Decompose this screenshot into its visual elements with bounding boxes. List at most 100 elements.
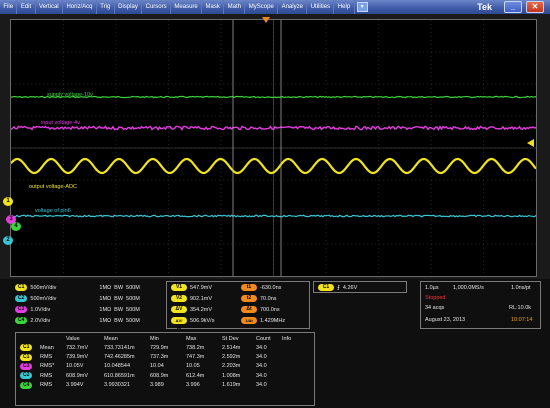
measurement-row[interactable]: C2 RMS 608.9mV 610.86591m 608.9m 612.4m … bbox=[17, 371, 295, 380]
ch4-bw: 500M bbox=[126, 317, 140, 324]
meas-count: 34.0 bbox=[256, 344, 267, 351]
meas-value: 608.9mV bbox=[66, 372, 89, 379]
measurement-row[interactable]: C1 RMS 739.9mV 742.46285m 737.3m 747.3m … bbox=[17, 352, 295, 361]
cursor-row-1: V1 547.9mV t1 -630.0ns bbox=[171, 284, 281, 291]
meas-max: 3.996 bbox=[186, 382, 200, 389]
menu-bar: File Edit Vertical Horiz/Acq Trig Displa… bbox=[0, 0, 550, 14]
dv-badge: ΔV bbox=[171, 306, 187, 313]
cursor-row-3: ΔV 354.2mV Δt 700.0ns bbox=[171, 306, 280, 313]
cursor-row-4: ΔV/Δt 506.9kV/s 1/Δt 1.429MHz bbox=[171, 317, 285, 330]
meas-count: 34.0 bbox=[256, 372, 267, 379]
header-name bbox=[37, 334, 63, 343]
meas-value: 739.9mV bbox=[66, 354, 89, 361]
meas-channel-badge: C3 bbox=[20, 362, 33, 370]
measurement-row[interactable]: C4 RMS 3.994V 3.9930321 3.989 3.996 1.61… bbox=[17, 381, 295, 390]
ch2-scale: 500mV/div bbox=[30, 295, 57, 302]
menu-help[interactable]: Help bbox=[334, 0, 355, 14]
meas-max: 738.2m bbox=[186, 344, 205, 351]
meas-min: 737.3m bbox=[150, 354, 169, 361]
dropdown-arrow-icon[interactable]: ▾ bbox=[356, 2, 368, 12]
ch4-marker[interactable]: 4 bbox=[11, 222, 21, 231]
meas-stdev: 2.514m bbox=[222, 344, 241, 351]
measurement-row[interactable]: C3 RMS* 10.05V 10.048544 10.04 10.05 2.2… bbox=[17, 362, 295, 371]
minimize-icon: _ bbox=[510, 2, 516, 11]
menu-vertical[interactable]: Vertical bbox=[36, 0, 64, 14]
close-button[interactable]: ✕ bbox=[526, 1, 544, 13]
menu-display[interactable]: Display bbox=[115, 0, 143, 14]
sample-rate: 1,000.0MS/s bbox=[453, 285, 484, 291]
ch4-scale: 2.0V/div bbox=[30, 317, 51, 324]
menu-cursors[interactable]: Cursors bbox=[142, 0, 172, 14]
meas-stdev: 1.619m bbox=[222, 382, 241, 389]
timebase: 1.0µs bbox=[425, 285, 439, 291]
channel-row-4[interactable]: C4 2.0V/div 1MΩ BW 500M bbox=[15, 317, 140, 324]
header-channel bbox=[17, 334, 37, 343]
meas-stdev: 2.203m bbox=[222, 363, 241, 370]
measurement-row[interactable]: C1 Mean 732.7mV 733.73141m 729.9m 738.2m… bbox=[17, 343, 295, 352]
meas-mean: 733.73141m bbox=[104, 344, 135, 351]
meas-value: 10.05V bbox=[66, 363, 84, 370]
minimize-button[interactable]: _ bbox=[504, 1, 522, 13]
menu-analyze[interactable]: Analyze bbox=[278, 0, 308, 14]
ch1-marker[interactable]: 1 bbox=[3, 197, 13, 206]
ch1-bw: 500M bbox=[126, 284, 140, 291]
ch2-impedance: 1MΩ bbox=[99, 295, 112, 302]
v1-value: 547.9mV bbox=[190, 284, 213, 291]
meas-channel-badge: C1 bbox=[20, 353, 33, 361]
meas-value: 732.7mV bbox=[66, 344, 89, 351]
menu-measure[interactable]: Measure bbox=[171, 0, 203, 14]
acquisition-count: 34 acqs bbox=[425, 305, 445, 311]
measurements-table: Value Mean Min Max St Dev Count Info C1 … bbox=[17, 334, 295, 390]
ch1-bw-label: BW bbox=[114, 284, 124, 291]
channel-row-1[interactable]: C1 500mV/div 1MΩ BW 500M bbox=[15, 284, 140, 291]
header-stdev: St Dev bbox=[222, 335, 239, 342]
ch4-badge: C4 bbox=[15, 317, 28, 324]
menu-edit[interactable]: Edit bbox=[17, 0, 36, 14]
meas-mean: 610.86591m bbox=[104, 372, 135, 379]
meas-min: 10.04 bbox=[150, 363, 164, 370]
meas-count: 34.0 bbox=[256, 382, 267, 389]
meas-mean: 3.9930321 bbox=[104, 382, 130, 389]
meas-name: RMS bbox=[40, 372, 53, 379]
meas-name: RMS bbox=[40, 354, 53, 361]
dt-badge: Δt bbox=[241, 306, 257, 313]
meas-mean: 742.46285m bbox=[104, 354, 135, 361]
resolution: 1.0ns/pt bbox=[511, 285, 531, 291]
ch2-bw: 500M bbox=[126, 295, 140, 302]
trigger-position-icon[interactable] bbox=[262, 17, 270, 23]
v1-badge: V1 bbox=[171, 284, 187, 291]
acquisition-readout[interactable]: 1.0µs 1,000.0MS/s 1.0ns/pt Stopped 34 ac… bbox=[420, 281, 541, 329]
meas-info bbox=[279, 343, 295, 352]
graticule[interactable]: supply voltage-10v input voltage-4v outp… bbox=[10, 17, 537, 277]
channel-row-3[interactable]: C3 1.0V/div 1MΩ BW 500M bbox=[15, 306, 140, 313]
meas-info bbox=[279, 371, 295, 380]
menu-trig[interactable]: Trig bbox=[97, 0, 115, 14]
menu-mask[interactable]: Mask bbox=[202, 0, 225, 14]
trigger-slope-icon: ⨍ bbox=[337, 284, 340, 291]
ch2-marker[interactable]: 2 bbox=[3, 236, 13, 245]
tek-logo: Tek bbox=[477, 2, 492, 12]
meas-info bbox=[279, 352, 295, 361]
dv-value: 354.2mV bbox=[190, 306, 213, 313]
menu-myscope[interactable]: MyScope bbox=[245, 0, 279, 14]
waveform-plot bbox=[11, 20, 536, 276]
meas-mean: 10.048544 bbox=[104, 363, 130, 370]
header-count: Count bbox=[256, 335, 271, 342]
menu-horiz-acq[interactable]: Horiz/Acq bbox=[63, 0, 97, 14]
menu-utilities[interactable]: Utilities bbox=[307, 0, 335, 14]
menu-file[interactable]: File bbox=[0, 0, 18, 14]
menu-math[interactable]: Math bbox=[224, 0, 246, 14]
cursor-readout[interactable]: V1 547.9mV t1 -630.0ns V2 902.1mV t2 70.… bbox=[166, 281, 310, 330]
meas-max: 747.3m bbox=[186, 354, 205, 361]
meas-count: 34.0 bbox=[256, 354, 267, 361]
meas-channel-badge: C1 bbox=[20, 344, 33, 352]
meas-name: RMS* bbox=[40, 363, 55, 370]
trigger-level-icon[interactable] bbox=[527, 139, 534, 147]
time: 10:07:14 bbox=[511, 317, 533, 323]
meas-min: 729.9m bbox=[150, 344, 169, 351]
trigger-level: 4.26V bbox=[342, 284, 358, 291]
ch3-scale: 1.0V/div bbox=[30, 306, 51, 313]
channel-row-2[interactable]: C2 500mV/div 1MΩ BW 500M bbox=[15, 295, 140, 302]
header-min: Min bbox=[150, 335, 159, 342]
trigger-readout[interactable]: C1 ⨍ 4.26V bbox=[313, 281, 407, 293]
